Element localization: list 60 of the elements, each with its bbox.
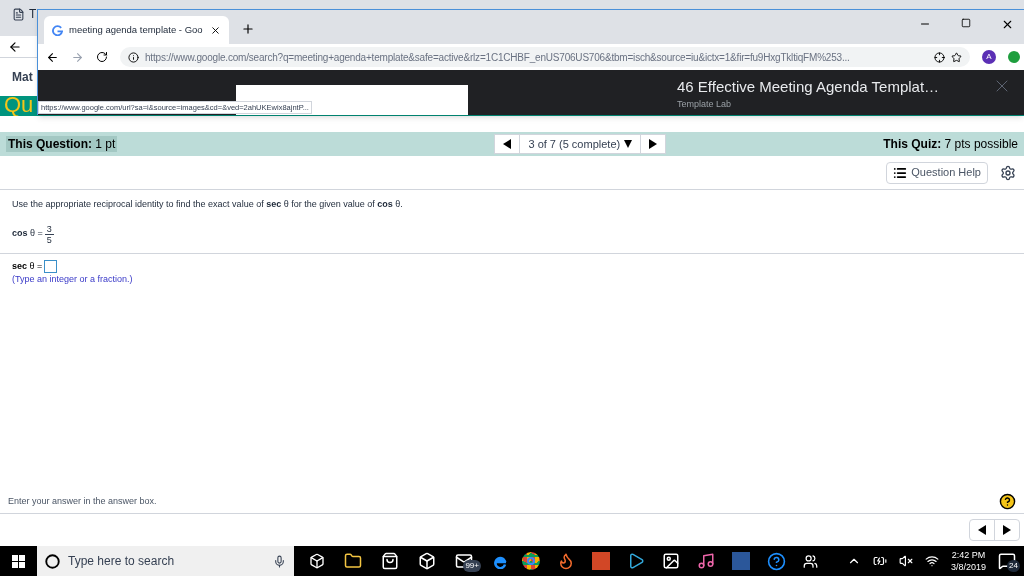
question-prompt: Use the appropriate reciprocal identity to find the exact value of sec θ for the given value of cos θ. [12,198,404,211]
page-icon [12,8,25,21]
google-logo-icon [52,24,63,36]
left-triangle-icon [503,139,512,149]
right-triangle-icon [1003,525,1011,535]
forward-icon[interactable] [71,50,84,64]
question-help-button[interactable]: Question Help [886,161,988,184]
answer-label: sec θ = [12,259,43,273]
windows-logo-icon[interactable] [12,554,25,568]
bookmark-link[interactable]: Mat [12,69,33,85]
people-icon[interactable] [803,553,818,569]
question-points: This Question: 1 pt [6,136,118,152]
left-triangle-icon [978,525,986,535]
music-icon[interactable] [697,552,715,570]
right-triangle-icon [649,139,658,149]
answer-box[interactable] [44,259,58,273]
play-icon[interactable] [627,552,645,570]
dropdown-triangle-icon [624,139,633,149]
close-tab-icon[interactable] [210,24,221,36]
preview-title[interactable]: 46 Effective Meeting Agenda Templat… [677,76,940,99]
help-icon[interactable] [999,493,1016,510]
cortana-circle-icon [45,553,60,569]
folder-icon[interactable] [344,552,362,570]
close-icon[interactable] [1001,18,1014,31]
mail-badge: 99+ [463,560,481,572]
reload-icon[interactable] [96,51,108,63]
microphone-icon[interactable] [273,554,286,568]
quiz-title: Qu [4,96,34,116]
info-icon [128,51,139,63]
quiz-points: This Quiz: 7 pts possible [883,136,1018,152]
flame-icon[interactable] [557,552,575,570]
shopping-bag-icon[interactable] [381,552,399,570]
wifi-icon[interactable] [924,554,939,568]
given-equation-label: cos θ = [12,227,43,241]
location-icon[interactable] [934,51,945,63]
address-bar[interactable]: https://www.google.com/search?q=meeting+agenda+template&safe=active&rlz=1C1CHBF_enUS706US706&tbm=isch&source=iu&ictx=1&fir=fu9HxgTkltiqFM%253... [120,47,970,67]
battery-icon[interactable] [872,554,887,568]
chrome-icon[interactable] [522,552,540,570]
search-field[interactable]: Type here to search [37,546,294,576]
back-icon[interactable] [8,39,22,54]
muted-speaker-icon[interactable] [898,554,913,568]
list-icon [893,165,908,180]
bookmark-star-icon[interactable] [951,51,962,63]
question-select[interactable]: 3 of 7 (5 complete) [520,135,641,153]
browser-tab[interactable]: meeting agenda template - Goo [44,16,229,44]
profile-avatar[interactable]: A [982,50,996,64]
answer-instruction: Enter your answer in the answer box. [8,494,157,508]
tab-title[interactable]: T [29,6,37,22]
update-icon[interactable] [1008,51,1020,63]
fraction: 3 5 [44,223,54,245]
preview-source[interactable]: Template Lab [677,98,940,109]
help-app-icon[interactable] [767,551,786,571]
maximize-icon[interactable] [961,18,971,28]
back-icon[interactable] [46,50,59,64]
new-tab-icon[interactable] [241,22,255,36]
clock[interactable]: 2:42 PM 3/8/2019 [950,549,986,573]
answer-hint: (Type an integer or a fraction.) [12,273,134,286]
photos-icon[interactable] [662,552,680,570]
notification-count: 24 [1007,560,1020,572]
settings-icon[interactable] [1000,164,1016,181]
